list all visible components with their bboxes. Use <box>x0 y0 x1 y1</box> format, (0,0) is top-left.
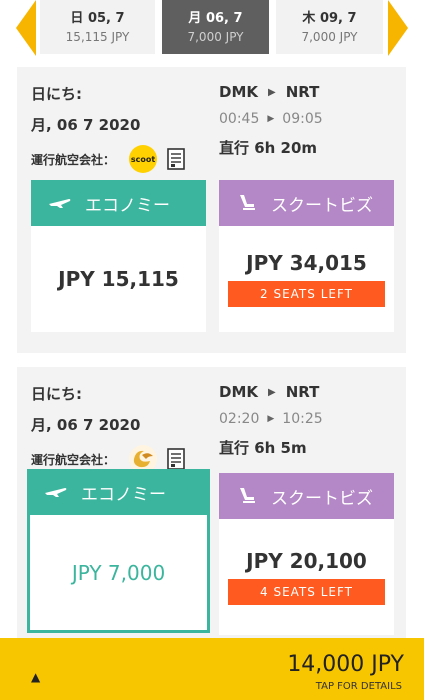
time-arrow-icon: ▶ <box>267 414 275 424</box>
carrier-row: 運行航空会社： scoot <box>31 145 185 173</box>
airplane-icon <box>49 197 71 209</box>
date-tab-date: 月 06, 7 <box>188 11 243 26</box>
date-tab-price: 15,115 JPY <box>65 30 130 44</box>
origin-airport: DMK <box>219 383 259 401</box>
flight-card-1: 日にち: 月, 06 7 2020 運行航空会社： scoot DMK ▶ NR… <box>17 67 406 353</box>
carrier-label: 運行航空会社： <box>31 452 116 467</box>
flight-times: 02:20 ▶ 10:25 <box>219 411 323 427</box>
flight-duration: 直行 6h 20m <box>219 139 318 157</box>
flight-info: 日にち: 月, 06 7 2020 運行航空会社： <box>31 383 185 473</box>
business-fare-body: JPY 20,100 4 SEATS LEFT <box>219 519 394 635</box>
business-fare-body: JPY 34,015 2 SEATS LEFT <box>219 226 394 332</box>
airplane-icon <box>45 486 67 498</box>
origin-airport: DMK <box>219 83 259 101</box>
scoot-logo-text: scoot <box>130 154 156 164</box>
destination-airport: NRT <box>285 383 320 401</box>
seats-left-badge: 2 SEATS LEFT <box>228 281 385 307</box>
price-summary-bar[interactable]: ▲ 14,000 JPY TAP FOR DETAILS <box>0 638 424 700</box>
business-label: スクートビズ <box>271 488 373 509</box>
date-tab-price: 7,000 JPY <box>187 30 244 44</box>
economy-fare-body: JPY 7,000 <box>27 515 210 633</box>
flight-route-info: DMK ▶ NRT 02:20 ▶ 10:25 直行 6h 5m <box>219 383 323 458</box>
flight-duration: 直行 6h 5m <box>219 439 307 457</box>
economy-fare-option-selected[interactable]: エコノミー JPY 7,000 <box>27 469 210 633</box>
previous-date-arrow-icon[interactable] <box>0 0 36 56</box>
flight-times: 00:45 ▶ 09:05 <box>219 111 323 127</box>
economy-label: エコノミー <box>81 484 166 505</box>
date-label: 日にち: <box>31 385 82 403</box>
date-value: 月, 06 7 2020 <box>31 416 141 434</box>
route-arrow-icon: ▶ <box>268 386 276 398</box>
date-tab-date: 木 09, 7 <box>302 11 357 26</box>
arrival-time: 09:05 <box>282 111 323 127</box>
economy-price: JPY 15,115 <box>58 267 179 291</box>
date-tab-date: 日 05, 7 <box>70 11 125 26</box>
business-price: JPY 20,100 <box>246 549 367 573</box>
scoot-logo-icon: scoot <box>129 145 158 173</box>
flight-route-info: DMK ▶ NRT 00:45 ▶ 09:05 直行 6h 20m <box>219 83 323 158</box>
flight-info: 日にち: 月, 06 7 2020 運行航空会社： scoot <box>31 83 185 173</box>
date-value: 月, 06 7 2020 <box>31 116 141 134</box>
economy-fare-header: エコノミー <box>27 469 210 515</box>
business-label: スクートビズ <box>271 195 373 216</box>
economy-fare-option[interactable]: エコノミー JPY 15,115 <box>31 180 206 332</box>
seat-icon <box>237 487 257 505</box>
business-fare-option[interactable]: スクートビズ JPY 20,100 4 SEATS LEFT <box>219 473 394 635</box>
economy-fare-header: エコノミー <box>31 180 206 226</box>
date-selector: 日 05, 7 15,115 JPY 月 06, 7 7,000 JPY 木 0… <box>0 0 424 60</box>
flight-details-document-icon[interactable] <box>167 448 185 470</box>
date-tab-price: 7,000 JPY <box>301 30 358 44</box>
time-arrow-icon: ▶ <box>267 114 275 124</box>
business-fare-option[interactable]: スクートビズ JPY 34,015 2 SEATS LEFT <box>219 180 394 332</box>
date-label: 日にち: <box>31 85 82 103</box>
seat-icon <box>237 194 257 212</box>
route: DMK ▶ NRT <box>219 83 323 101</box>
carrier-label: 運行航空会社： <box>31 152 116 167</box>
economy-fare-body: JPY 15,115 <box>31 226 206 332</box>
date-tab-2[interactable]: 月 06, 7 7,000 JPY <box>162 0 269 54</box>
total-price: 14,000 JPY <box>287 652 404 677</box>
economy-price: JPY 7,000 <box>71 560 166 585</box>
route: DMK ▶ NRT <box>219 383 323 401</box>
seats-left-badge: 4 SEATS LEFT <box>228 579 385 605</box>
business-fare-header: スクートビズ <box>219 473 394 519</box>
business-fare-header: スクートビズ <box>219 180 394 226</box>
tap-for-details-label: TAP FOR DETAILS <box>315 681 402 692</box>
expand-up-arrow-icon[interactable]: ▲ <box>31 670 40 684</box>
destination-airport: NRT <box>285 83 320 101</box>
economy-label: エコノミー <box>85 195 170 216</box>
next-date-arrow-icon[interactable] <box>388 0 424 56</box>
flight-details-document-icon[interactable] <box>167 148 185 170</box>
flight-card-2: 日にち: 月, 06 7 2020 運行航空会社： DMK ▶ NRT 02:2… <box>17 367 406 638</box>
date-tab-1[interactable]: 日 05, 7 15,115 JPY <box>40 0 155 54</box>
departure-time: 00:45 <box>219 111 260 127</box>
departure-time: 02:20 <box>219 411 260 427</box>
business-price: JPY 34,015 <box>246 251 367 275</box>
route-arrow-icon: ▶ <box>268 86 276 98</box>
arrival-time: 10:25 <box>282 411 323 427</box>
date-tab-3[interactable]: 木 09, 7 7,000 JPY <box>276 0 383 54</box>
